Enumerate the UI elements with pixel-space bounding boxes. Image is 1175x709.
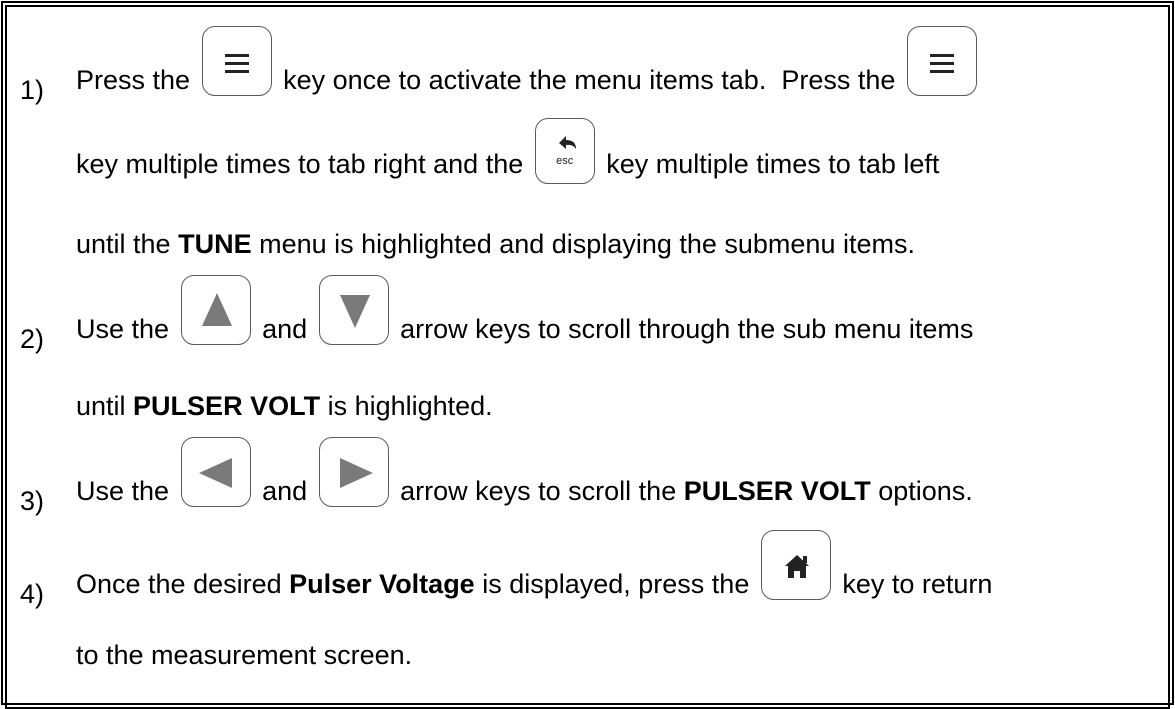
step-number-3: 3) xyxy=(20,486,45,516)
step-4-line-1: Once the desired Pulser Voltage is displ… xyxy=(76,530,992,600)
esc-key[interactable]: esc xyxy=(534,118,595,184)
step-3-line-1: Use the and arrow keys to scroll the PUL… xyxy=(76,437,973,507)
down-arrow-icon xyxy=(339,295,370,328)
text: menu is highlighted and displaying the s… xyxy=(251,229,915,259)
menu-icon xyxy=(929,54,954,73)
text: to the measurement screen. xyxy=(76,640,413,670)
text: Press the xyxy=(76,65,198,95)
text: Once the desired xyxy=(76,569,290,599)
right-arrow-icon xyxy=(339,458,373,488)
down-arrow-key[interactable] xyxy=(318,275,389,345)
menu-icon xyxy=(224,54,249,73)
home-icon xyxy=(784,555,809,578)
text: until xyxy=(76,391,134,421)
step-4-line-2: to the measurement screen. xyxy=(76,640,412,671)
text: is displayed, press the xyxy=(474,569,757,599)
step-1-line-2: key multiple times to tab right and the … xyxy=(76,118,940,184)
step-number-2: 2) xyxy=(20,324,45,354)
text: and xyxy=(254,314,315,344)
item-name: PULSER VOLT xyxy=(133,391,321,421)
up-arrow-key[interactable] xyxy=(180,275,251,345)
step-1-line-1: Press the key once to activate the menu … xyxy=(76,26,981,96)
right-arrow-key[interactable] xyxy=(318,437,389,507)
up-arrow-icon xyxy=(201,293,232,326)
back-arrow-icon xyxy=(558,136,576,149)
setting-name: Pulser Voltage xyxy=(289,569,475,599)
step-number-4: 4) xyxy=(20,579,45,609)
step-number-1: 1) xyxy=(20,75,45,105)
menu-name: TUNE xyxy=(178,229,252,259)
text: arrow keys to scroll the xyxy=(392,476,684,506)
text: is highlighted. xyxy=(320,391,493,421)
text: and xyxy=(254,476,315,506)
inner-border xyxy=(5,5,1170,709)
menu-key[interactable] xyxy=(201,26,272,96)
step-2-line-2: until PULSER VOLT is highlighted. xyxy=(76,391,493,422)
step-1-line-3: until the TUNE menu is highlighted and d… xyxy=(76,229,915,260)
text: key to return xyxy=(834,569,993,599)
left-arrow-key[interactable] xyxy=(180,437,251,507)
text: options. xyxy=(870,476,973,506)
text: key multiple times to tab left xyxy=(598,149,940,179)
text: Use the xyxy=(76,476,177,506)
item-name: PULSER VOLT xyxy=(683,476,871,506)
text: until the xyxy=(76,229,179,259)
step-2-line-1: Use the and arrow keys to scroll through… xyxy=(76,275,973,345)
menu-key[interactable] xyxy=(906,26,977,96)
text: key multiple times to tab right and the xyxy=(76,149,531,179)
text: arrow keys to scroll through the sub men… xyxy=(392,314,974,344)
left-arrow-icon xyxy=(198,458,232,488)
home-key[interactable] xyxy=(760,530,831,600)
esc-label: esc xyxy=(556,155,574,167)
text: Use the xyxy=(76,314,177,344)
text: key once to activate the menu items tab.… xyxy=(275,65,903,95)
